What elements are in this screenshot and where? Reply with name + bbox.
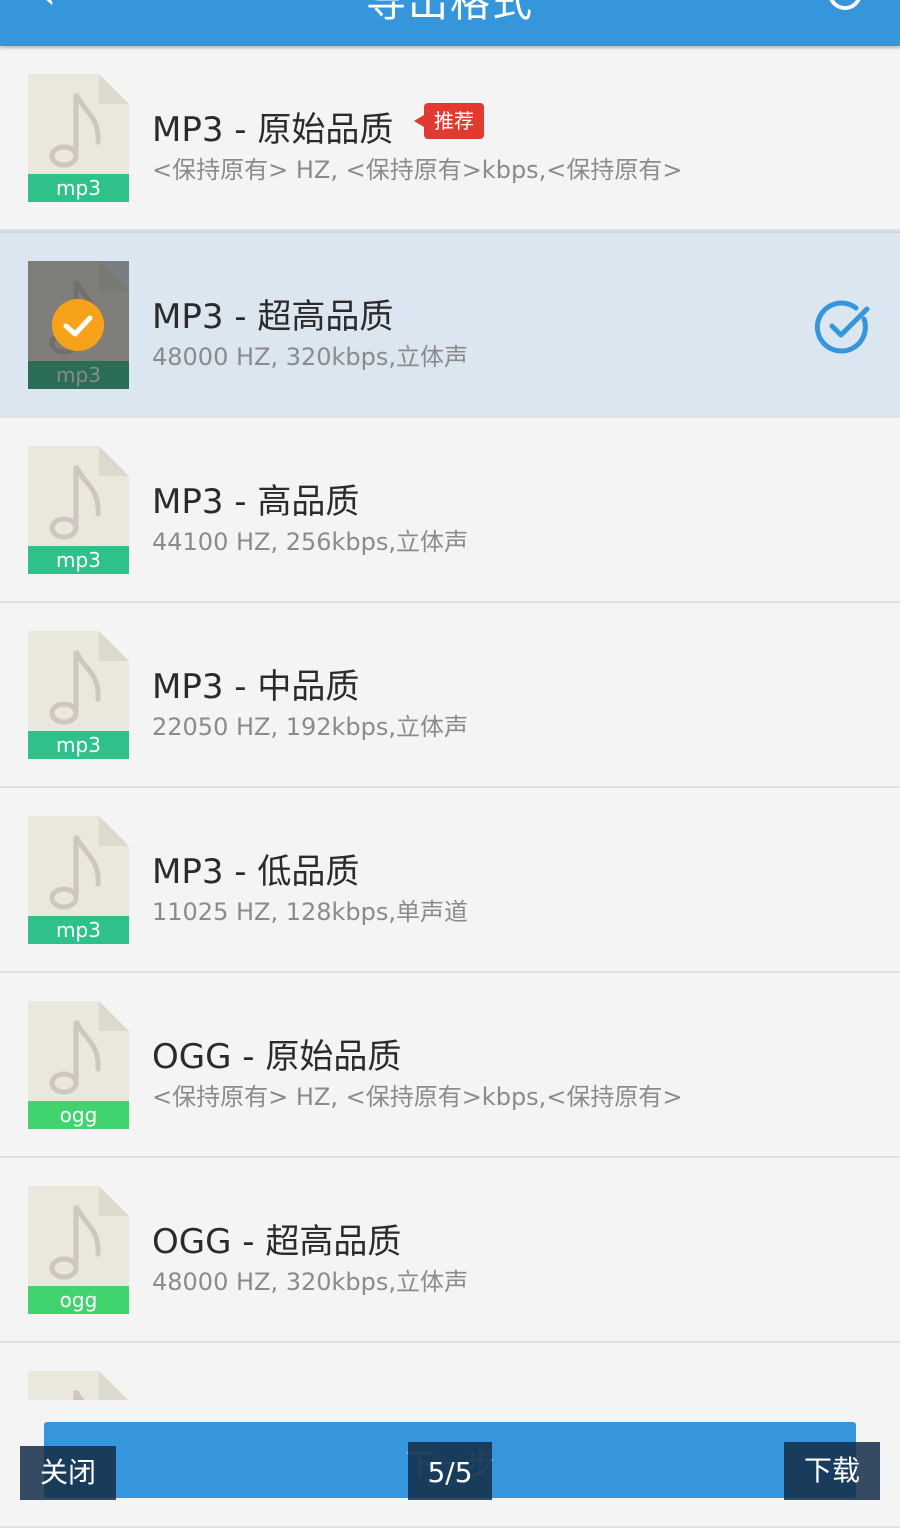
format-row-ogg-ultra[interactable]: ogg OGG - 超高品质 48000 HZ, 320kbps,立体声: [0, 1158, 900, 1343]
format-name: OGG - 原始品质: [152, 1037, 402, 1077]
file-extension-label: mp3: [28, 546, 129, 574]
audio-file-icon: mp3: [28, 446, 129, 574]
page-title: 导出格式: [366, 0, 534, 26]
file-extension-label: mp3: [28, 731, 129, 759]
file-extension-label: mp3: [28, 916, 129, 944]
music-note-icon: [49, 834, 101, 910]
format-name: MP3 - 低品质: [152, 852, 360, 892]
format-name: OGG - 超高品质: [152, 1222, 402, 1262]
file-extension-label: ogg: [28, 1101, 129, 1129]
format-detail: 22050 HZ, 192kbps,立体声: [152, 713, 469, 741]
format-detail: 11025 HZ, 128kbps,单声道: [152, 898, 469, 926]
format-name: MP3 - 高品质: [152, 482, 360, 522]
audio-file-icon: mp3: [28, 74, 129, 202]
music-note-icon: [49, 92, 101, 168]
file-extension-label: mp3: [28, 174, 129, 202]
close-button[interactable]: 关闭: [20, 1446, 116, 1500]
format-row-ogg-original[interactable]: ogg OGG - 原始品质 <保持原有> HZ, <保持原有>kbps,<保持…: [0, 973, 900, 1158]
music-note-icon: [49, 649, 101, 725]
format-row-mp3-ultra[interactable]: mp3 MP3 - 超高品质 48000 HZ, 320kbps,立体声: [0, 231, 900, 418]
format-row-mp3-original[interactable]: mp3 MP3 - 原始品质 推荐 <保持原有> HZ, <保持原有>kbps,…: [0, 46, 900, 231]
format-name: MP3 - 中品质: [152, 667, 360, 707]
footer-bar: 下一步 关闭 5/5 下载: [0, 1400, 900, 1520]
format-row-mp3-low[interactable]: mp3 MP3 - 低品质 11025 HZ, 128kbps,单声道: [0, 788, 900, 973]
audio-file-icon: ogg: [28, 1186, 129, 1314]
format-detail: <保持原有> HZ, <保持原有>kbps,<保持原有>: [152, 156, 683, 184]
audio-file-icon: mp3: [28, 261, 129, 389]
format-detail: 44100 HZ, 256kbps,立体声: [152, 528, 469, 556]
format-detail: 48000 HZ, 320kbps,立体声: [152, 1268, 469, 1296]
format-name: MP3 - 超高品质: [152, 297, 394, 337]
format-row-mp3-high[interactable]: mp3 MP3 - 高品质 44100 HZ, 256kbps,立体声: [0, 418, 900, 603]
check-circle-icon: [814, 300, 870, 354]
recommended-badge: 推荐: [414, 103, 484, 139]
format-detail: 48000 HZ, 320kbps,立体声: [152, 343, 469, 371]
audio-file-icon: mp3: [28, 816, 129, 944]
music-note-icon: [49, 464, 101, 540]
music-note-icon: [49, 1019, 101, 1095]
audio-file-icon: mp3: [28, 631, 129, 759]
file-extension-label: ogg: [28, 1286, 129, 1314]
format-row-mp3-medium[interactable]: mp3 MP3 - 中品质 22050 HZ, 192kbps,立体声: [0, 603, 900, 788]
format-list: mp3 MP3 - 原始品质 推荐 <保持原有> HZ, <保持原有>kbps,…: [0, 46, 900, 1528]
app-header: ‹ 导出格式: [0, 0, 900, 46]
audio-file-icon: ogg: [28, 1001, 129, 1129]
page-indicator: 5/5: [408, 1442, 492, 1500]
format-detail: <保持原有> HZ, <保持原有>kbps,<保持原有>: [152, 1083, 683, 1111]
download-button[interactable]: 下载: [784, 1442, 880, 1500]
music-note-icon: [49, 1204, 101, 1280]
selected-check-icon: [52, 299, 104, 351]
format-name: MP3 - 原始品质: [152, 110, 394, 150]
